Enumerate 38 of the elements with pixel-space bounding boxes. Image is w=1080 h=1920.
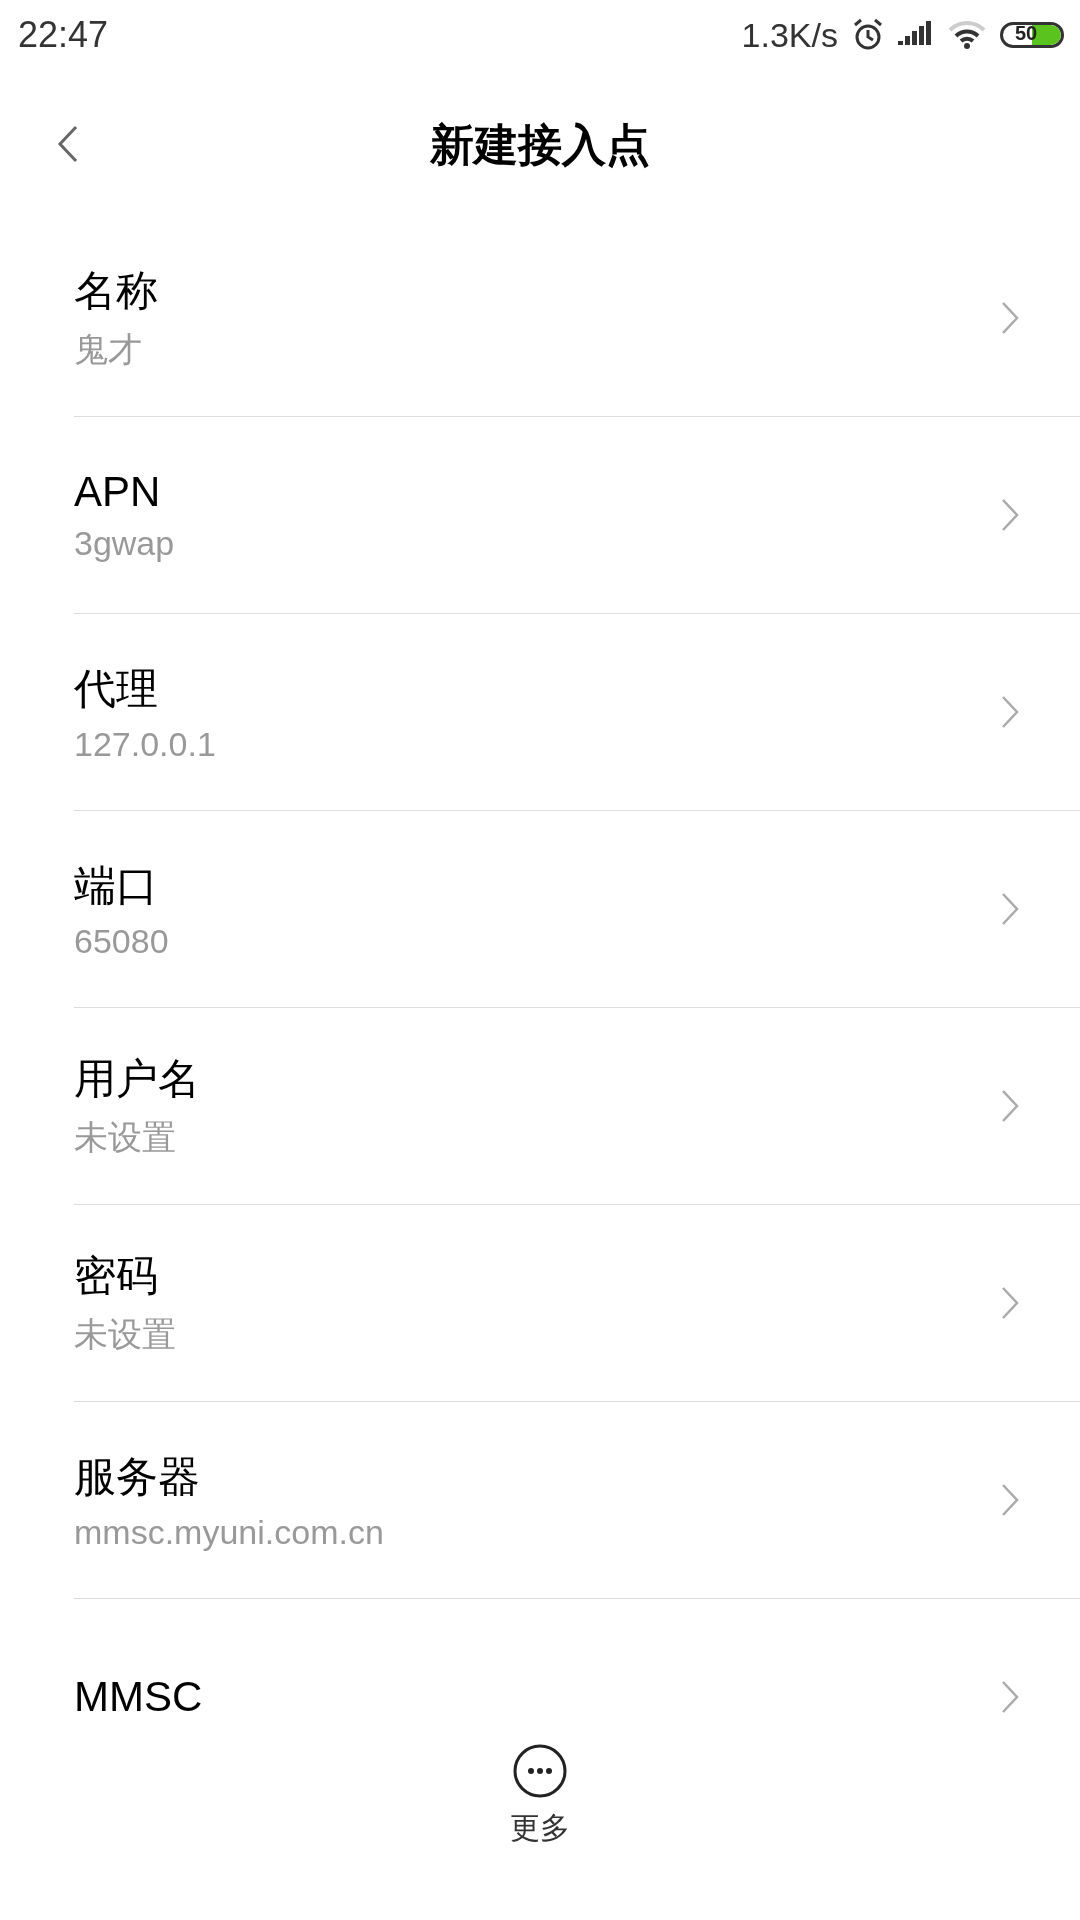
alarm-icon [852,18,884,52]
page-title: 新建接入点 [430,117,650,172]
more-icon [513,1744,567,1798]
setting-value: 65080 [74,921,170,961]
setting-value: 127.0.0.1 [74,724,217,764]
setting-row[interactable]: 代理 127.0.0.1 [74,614,1080,811]
setting-row[interactable]: APN 3gwap [74,417,1080,614]
setting-label: 名称 [74,266,159,316]
setting-value: mmsc.myuni.com.cn [74,1512,385,1552]
setting-value: 鬼才 [74,329,143,370]
setting-value: 3gwap [74,523,176,563]
more-button[interactable]: 更多 [510,1744,570,1849]
back-icon [56,124,80,164]
setting-row[interactable]: 密码 未设置 [74,1205,1080,1402]
setting-label: APN [74,467,162,516]
chevron-icon [1000,891,1020,927]
setting-label: 端口 [74,860,159,911]
chevron-icon [1000,1285,1020,1321]
setting-label: 密码 [74,1251,159,1301]
setting-row[interactable]: 端口 65080 [74,811,1080,1008]
setting-label: 用户名 [74,1054,201,1104]
status-time: 22:47 [18,14,109,56]
chevron-icon [1000,1482,1020,1518]
setting-value: 未设置 [74,1117,177,1158]
chevron-icon [1000,1088,1020,1124]
setting-value: 未设置 [74,1314,177,1355]
chevron-icon [1000,1679,1020,1715]
setting-label: 服务器 [74,1451,201,1502]
setting-row[interactable]: 名称 鬼才 [74,220,1080,417]
chevron-icon [1000,497,1020,533]
setting-row[interactable]: 服务器 mmsc.myuni.com.cn [74,1402,1080,1599]
setting-row[interactable]: 用户名 未设置 [74,1008,1080,1205]
setting-label: 代理 [74,663,159,714]
chevron-icon [1000,694,1020,730]
network-speed: 1.3K/s [741,15,838,55]
chevron-icon [1000,300,1020,336]
setting-label: MMSC [74,1673,204,1720]
wifi-icon [948,20,986,50]
